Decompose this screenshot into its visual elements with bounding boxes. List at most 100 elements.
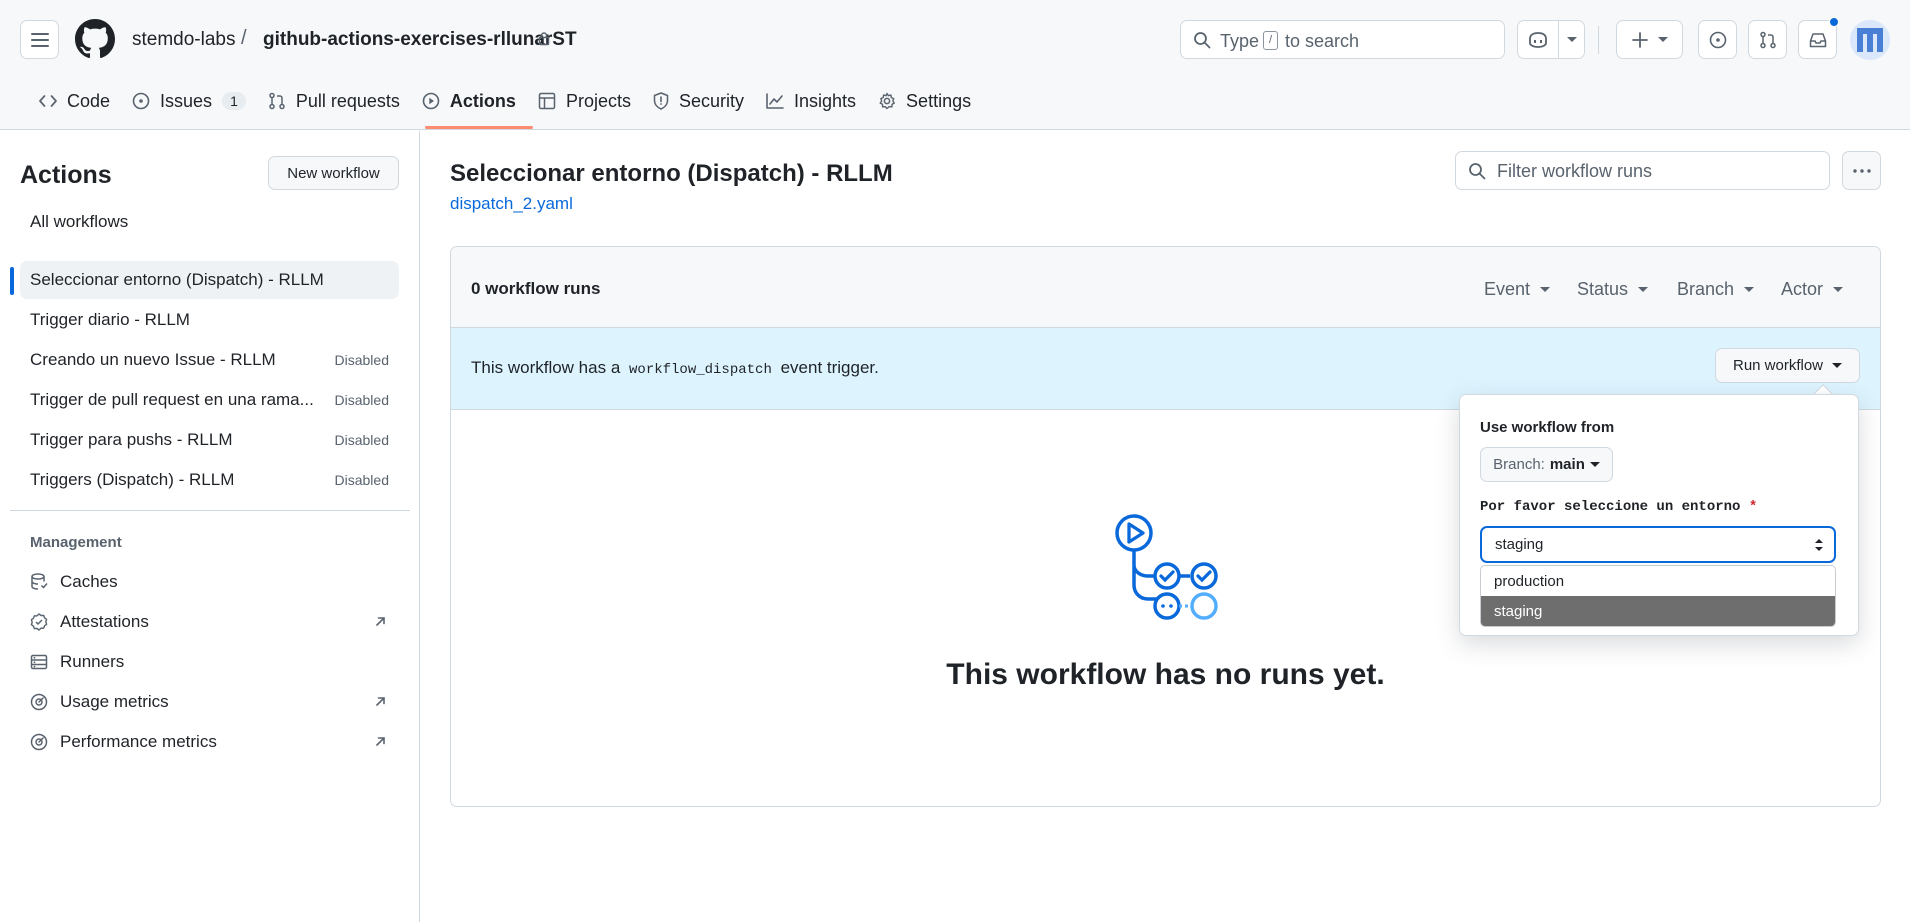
option-staging[interactable]: staging: [1481, 596, 1835, 626]
sidebar-workflow-item[interactable]: Seleccionar entorno (Dispatch) - RLLM: [20, 261, 399, 299]
create-new-button[interactable]: [1616, 20, 1683, 59]
global-search-input[interactable]: Type / to search: [1180, 20, 1505, 59]
actions-sidebar: Actions New workflow All workflows Selec…: [0, 131, 420, 922]
chevron-down-icon: [1638, 287, 1649, 292]
branch-filter-dropdown[interactable]: Branch: [1677, 279, 1755, 300]
runs-header: 0 workflow runs Event Status Branch Acto…: [451, 247, 1880, 328]
sidebar-item-label: Usage metrics: [60, 692, 169, 711]
pull-request-icon: [1759, 31, 1776, 48]
tab-projects-label: Projects: [565, 90, 631, 111]
pull-request-icon: [269, 92, 285, 110]
workflow-title: Seleccionar entorno (Dispatch) - RLLM: [450, 160, 893, 187]
option-production[interactable]: production: [1481, 566, 1835, 596]
environment-input-label: Por favor seleccione un entorno *: [1480, 499, 1757, 515]
chevron-down-icon: [1657, 37, 1668, 42]
chevron-down-icon: [1540, 287, 1551, 292]
breadcrumb-separator: /: [241, 27, 247, 49]
disabled-badge: Disabled: [334, 392, 389, 408]
tab-actions[interactable]: Actions: [411, 84, 527, 118]
github-logo-icon[interactable]: [75, 19, 115, 59]
gear-icon: [879, 92, 896, 110]
sidebar-item-label: Performance metrics: [60, 732, 217, 751]
table-icon: [538, 92, 556, 110]
copilot-icon: [1529, 31, 1547, 48]
search-shortcut-key: /: [1263, 31, 1278, 50]
environment-input-label-text: Por favor seleccione un entorno: [1480, 499, 1741, 515]
plus-icon: [1631, 31, 1648, 48]
status-filter-dropdown[interactable]: Status: [1577, 279, 1649, 300]
disabled-badge: Disabled: [334, 352, 389, 368]
sidebar-item-caches[interactable]: Caches: [20, 563, 399, 601]
copilot-menu-chevron[interactable]: [1559, 37, 1584, 42]
copilot-button[interactable]: [1517, 20, 1585, 59]
sidebar-title: Actions: [20, 161, 112, 189]
external-link-icon: [376, 737, 385, 746]
search-placeholder-suffix: to search: [1285, 31, 1360, 51]
breadcrumb-owner[interactable]: stemdo-labs: [132, 29, 236, 51]
your-pull-requests-button[interactable]: [1748, 20, 1787, 59]
code-icon: [39, 95, 57, 107]
sidebar-workflow-item[interactable]: Triggers (Dispatch) - RLLM Disabled: [20, 461, 399, 499]
breadcrumb-repo[interactable]: github-actions-exercises-rllunarST: [263, 29, 577, 51]
runs-count: 0 workflow runs: [471, 279, 601, 298]
branch-prefix: Branch:: [1493, 456, 1545, 473]
graph-icon: [766, 93, 784, 109]
sidebar-divider: [10, 510, 410, 511]
tab-code[interactable]: Code: [28, 84, 121, 118]
menu-button[interactable]: [20, 20, 59, 59]
sidebar-workflow-label: Trigger de pull request en una rama...: [30, 390, 314, 409]
tab-settings[interactable]: Settings: [867, 84, 982, 118]
sidebar-workflow-item[interactable]: Trigger de pull request en una rama... D…: [20, 381, 399, 419]
run-workflow-button[interactable]: Run workflow: [1715, 348, 1860, 383]
filter-workflow-runs-input[interactable]: Filter workflow runs: [1455, 151, 1830, 190]
chevron-down-icon: [1566, 37, 1577, 42]
disabled-badge: Disabled: [334, 472, 389, 488]
filter-label: Status: [1577, 279, 1629, 299]
tab-insights-label: Insights: [794, 90, 857, 111]
more-options-button[interactable]: [1842, 151, 1881, 190]
filter-label: Actor: [1781, 279, 1824, 299]
sidebar-item-performance-metrics[interactable]: Performance metrics: [20, 723, 399, 761]
tab-issues-label: Issues: [160, 90, 213, 111]
sidebar-item-all-workflows[interactable]: All workflows: [20, 203, 399, 241]
environment-select[interactable]: staging: [1480, 526, 1836, 563]
actor-filter-dropdown[interactable]: Actor: [1781, 279, 1844, 300]
empty-state-message: This workflow has no runs yet.: [946, 658, 1385, 691]
sidebar-workflow-item[interactable]: Creando un nuevo Issue - RLLM Disabled: [20, 341, 399, 379]
workflow-file-link[interactable]: dispatch_2.yaml: [450, 194, 573, 214]
repo-nav: Code Issues 1 Pull requests Actions Proj…: [28, 84, 982, 130]
active-workflow-indicator: [10, 267, 14, 295]
header-divider: [1598, 26, 1599, 54]
tab-actions-label: Actions: [449, 90, 516, 111]
sidebar-item-runners[interactable]: Runners: [20, 643, 399, 681]
sidebar-workflow-item[interactable]: Trigger diario - RLLM: [20, 301, 399, 339]
sidebar-item-attestations[interactable]: Attestations: [20, 603, 399, 641]
tab-projects[interactable]: Projects: [527, 84, 642, 118]
search-icon: [1469, 163, 1486, 180]
tab-insights[interactable]: Insights: [755, 84, 867, 118]
sidebar-item-label: Attestations: [60, 612, 149, 631]
tab-pull-requests[interactable]: Pull requests: [257, 84, 411, 118]
event-filter-dropdown[interactable]: Event: [1484, 279, 1551, 300]
use-workflow-from-label: Use workflow from: [1480, 419, 1615, 436]
branch-select-button[interactable]: Branch: main: [1480, 447, 1613, 482]
sidebar-workflow-item[interactable]: Trigger para pushs - RLLM Disabled: [20, 421, 399, 459]
tab-security[interactable]: Security: [642, 84, 755, 118]
search-icon: [1194, 32, 1211, 49]
play-icon: [422, 92, 440, 110]
your-issues-button[interactable]: [1698, 20, 1737, 59]
tab-issues[interactable]: Issues 1: [121, 84, 257, 118]
active-tab-underline: [425, 126, 533, 129]
run-workflow-label: Run workflow: [1732, 357, 1824, 374]
filter-label: Event: [1484, 279, 1531, 299]
avatar[interactable]: [1850, 20, 1890, 60]
issue-icon: [132, 92, 150, 110]
sidebar-item-label: Caches: [60, 572, 118, 591]
environment-select-value: staging: [1495, 536, 1544, 553]
search-placeholder-prefix: Type: [1220, 31, 1260, 51]
sidebar-item-usage-metrics[interactable]: Usage metrics: [20, 683, 399, 721]
issue-icon: [1709, 31, 1726, 48]
new-workflow-button[interactable]: New workflow: [268, 156, 399, 190]
tab-settings-label: Settings: [906, 90, 972, 111]
issues-count-badge: 1: [222, 92, 246, 110]
